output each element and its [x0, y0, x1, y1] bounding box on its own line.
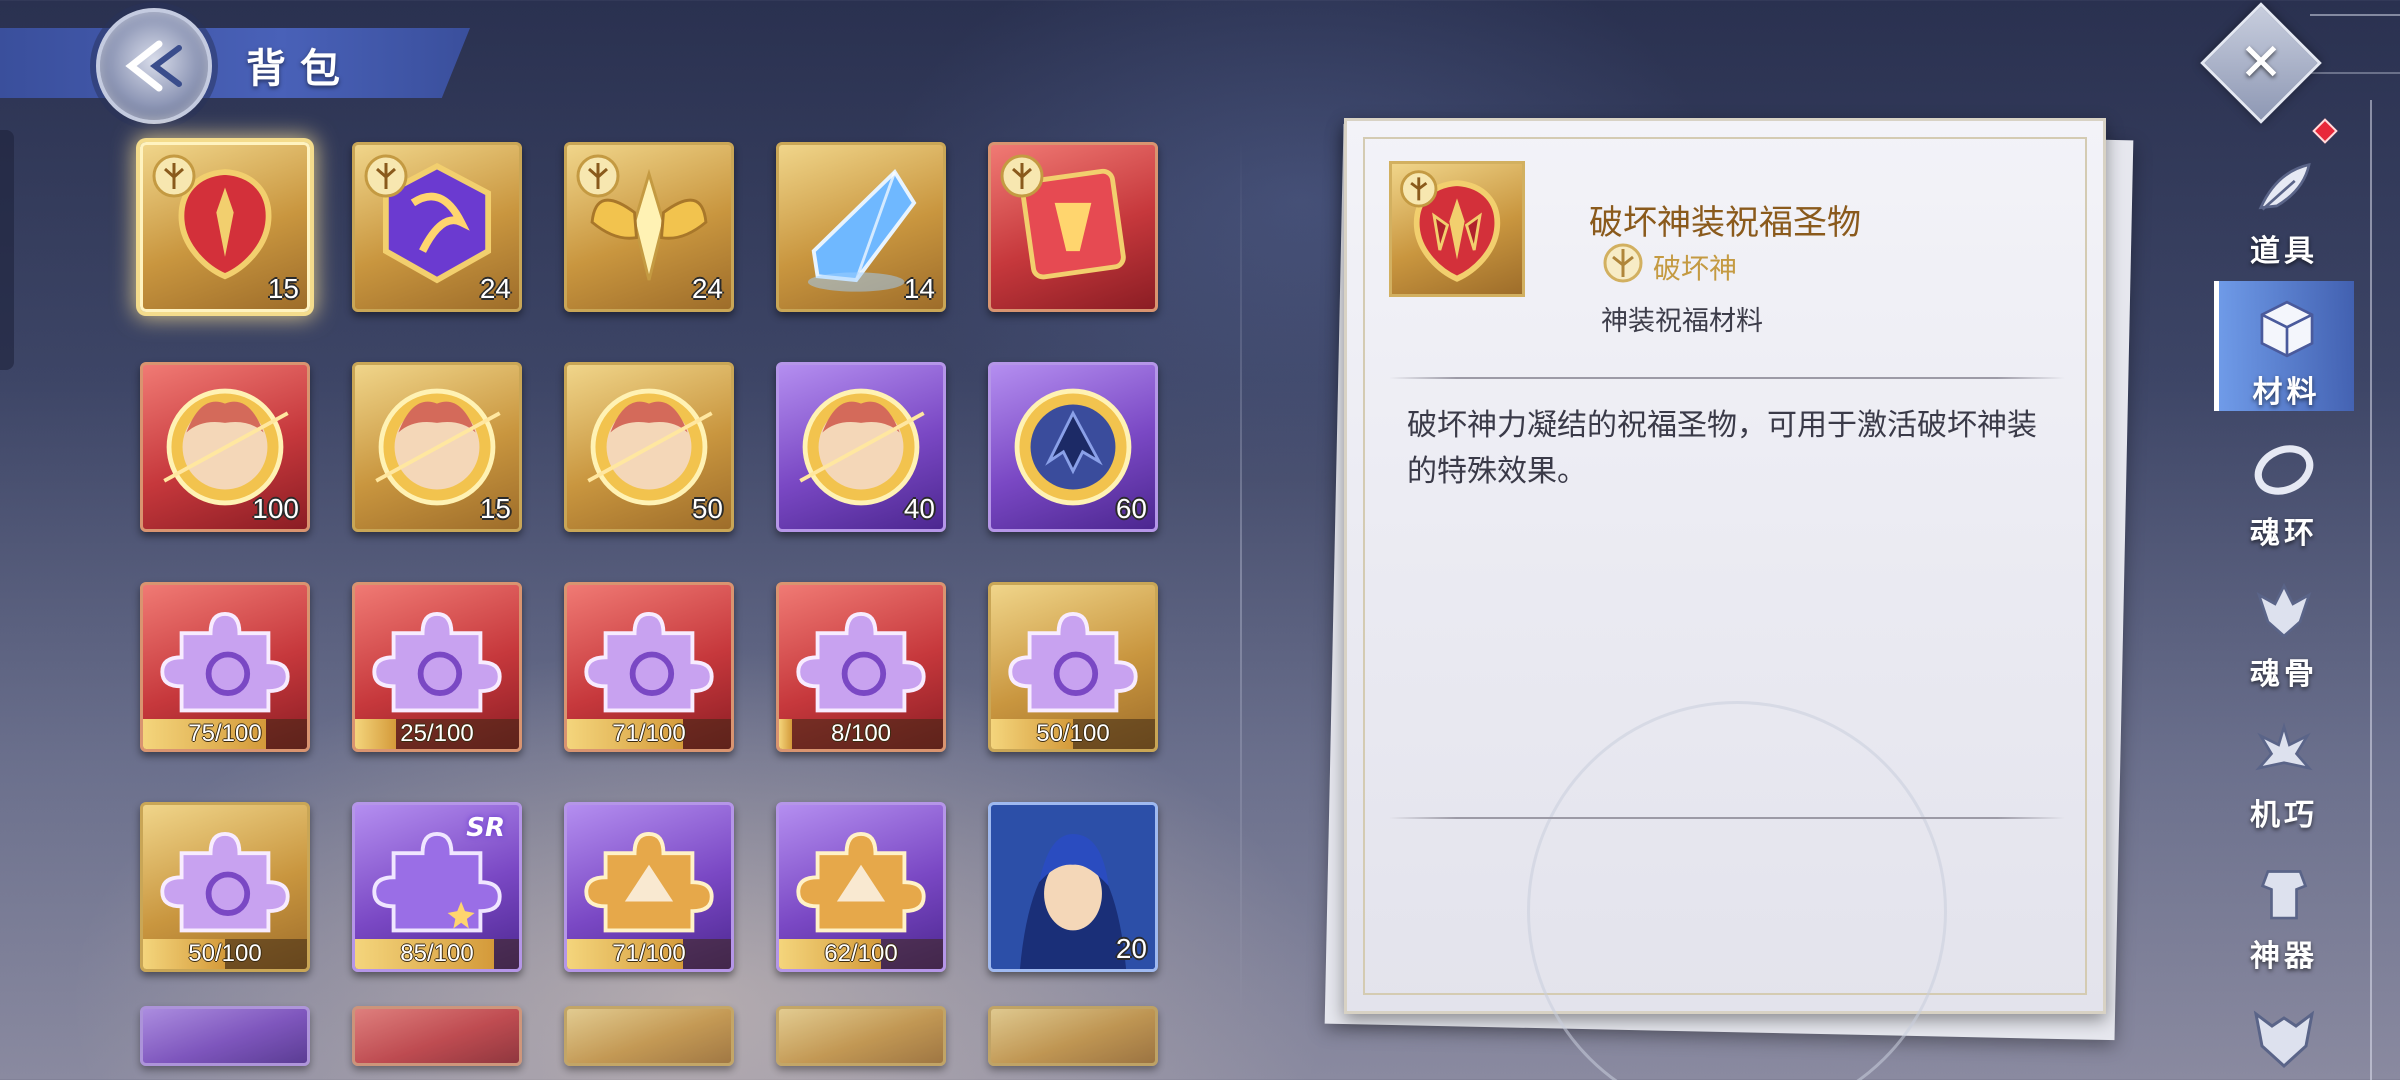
item-slot[interactable]: 20	[988, 802, 1158, 972]
item-count: 14	[903, 273, 935, 304]
item-slot[interactable]: 100	[140, 362, 310, 532]
left-edge-tab	[0, 130, 14, 370]
item-slot[interactable]: 50/100	[988, 582, 1158, 752]
progress-text: 8/100	[830, 720, 892, 747]
item-count: 40	[903, 493, 935, 524]
item-count: 20	[1115, 933, 1147, 964]
tier-badge-icon	[364, 154, 408, 198]
feather-icon	[2258, 162, 2311, 211]
item-slot[interactable]: 71/100	[564, 802, 734, 972]
item-slot[interactable]	[564, 1006, 734, 1066]
soul-ring-icon	[2254, 445, 2314, 495]
item-detail-card: 破坏神装祝福圣物 破坏神 神装祝福材料 破坏神力凝结的祝福圣物，可用于激活破坏神…	[1344, 118, 2106, 1080]
item-slot[interactable]	[988, 142, 1158, 312]
divider-bottom	[1389, 817, 2065, 819]
progress-text: 71/100	[612, 720, 686, 747]
item-slot[interactable]: 75/100	[140, 582, 310, 752]
sidebar-tab[interactable]: 材料	[2214, 281, 2354, 411]
item-name: 破坏神装祝福圣物	[1589, 203, 1861, 243]
sidebar-tab-label: 神器	[2250, 939, 2318, 974]
item-slot[interactable]: 60	[988, 362, 1158, 532]
rarity-tag: SR	[466, 813, 505, 843]
progress-text: 62/100	[824, 940, 898, 967]
item-type: 破坏神	[1653, 252, 1738, 285]
header-bar	[0, 28, 470, 98]
god-equip-emblem-icon	[1400, 170, 1501, 282]
item-slot[interactable]: 15	[140, 142, 310, 312]
item-slot[interactable]: 24	[352, 142, 522, 312]
sidebar-tab-label: 魂骨	[2250, 657, 2318, 692]
item-grid: 15 24 24 14 100 15 50 40 60 75/100 25/100 71/100 8/1…	[140, 142, 1158, 972]
destruction-god-icon	[1603, 243, 1643, 283]
category-sidebar: 道具材料魂环魂骨机巧神器	[2214, 140, 2354, 1080]
item-slot[interactable]	[140, 1006, 310, 1066]
item-slot[interactable]: 62/100	[776, 802, 946, 972]
item-count: 15	[267, 273, 299, 304]
progress-text: 50/100	[188, 940, 262, 967]
sidebar-tab[interactable]: 魂环	[2214, 422, 2354, 552]
item-slot[interactable]	[988, 1006, 1158, 1066]
item-slot[interactable]: 50/100	[140, 802, 310, 972]
mechanism-icon	[2255, 722, 2313, 771]
item-slot[interactable]: 40	[776, 362, 946, 532]
item-count: 24	[691, 273, 723, 304]
top-rail-decoration	[2310, 14, 2400, 74]
item-category: 神装祝福材料	[1601, 306, 1763, 337]
sidebar-tab-label: 材料	[2252, 375, 2321, 410]
tier-badge-icon	[1000, 154, 1044, 198]
back-arrow-icon	[125, 40, 182, 92]
progress-text: 71/100	[612, 940, 686, 967]
tier-badge-icon	[152, 154, 196, 198]
artifact-icon	[2260, 870, 2308, 920]
progress-text: 85/100	[400, 940, 474, 967]
item-count: 60	[1115, 493, 1147, 524]
progress-text: 25/100	[400, 720, 474, 747]
item-slot[interactable]	[352, 1006, 522, 1066]
detail-item-icon	[1389, 161, 1525, 297]
back-button[interactable]	[96, 8, 212, 124]
progress-text: 75/100	[188, 720, 262, 747]
item-slot[interactable]: 24	[564, 142, 734, 312]
item-count: 100	[252, 493, 299, 524]
sidebar-tab-label: 道具	[2250, 234, 2318, 269]
close-icon[interactable]: ✕	[2218, 20, 2304, 106]
crystal-cube-icon	[2260, 300, 2313, 358]
item-slot[interactable]: 14	[776, 142, 946, 312]
item-description: 破坏神力凝结的祝福圣物，可用于激活破坏神装的特殊效果。	[1407, 408, 2037, 489]
demon-mask-icon	[2253, 1010, 2315, 1069]
sidebar-tab[interactable]: 机巧	[2214, 704, 2354, 834]
item-count: 15	[479, 493, 511, 524]
sidebar-tab[interactable]: 道具	[2214, 140, 2354, 270]
sidebar-tab-label: 机巧	[2250, 798, 2318, 833]
item-slot[interactable]: 71/100	[564, 582, 734, 752]
soul-bone-icon	[2256, 582, 2312, 638]
item-slot[interactable]: 50	[564, 362, 734, 532]
item-slot[interactable]	[776, 1006, 946, 1066]
sidebar-tab[interactable]	[2214, 986, 2354, 1080]
divider-top	[1389, 377, 2065, 379]
sidebar-tab-label: 魂环	[2250, 516, 2318, 551]
panel-divider	[1240, 140, 1242, 1020]
tier-badge-icon	[576, 154, 620, 198]
item-slot[interactable]: 25/100	[352, 582, 522, 752]
item-count: 24	[479, 273, 511, 304]
item-slot[interactable]: 15	[352, 362, 522, 532]
sidebar-rail	[2370, 100, 2372, 1080]
sidebar-tab[interactable]: 魂骨	[2214, 563, 2354, 693]
sidebar-tab[interactable]: 神器	[2214, 845, 2354, 975]
item-grid-next-row	[140, 1006, 1158, 1066]
item-count: 50	[691, 493, 723, 524]
progress-text: 50/100	[1036, 720, 1110, 747]
page-title: 背包	[246, 46, 354, 92]
item-slot[interactable]: 8/100	[776, 582, 946, 752]
item-slot[interactable]: SR 85/100	[352, 802, 522, 972]
